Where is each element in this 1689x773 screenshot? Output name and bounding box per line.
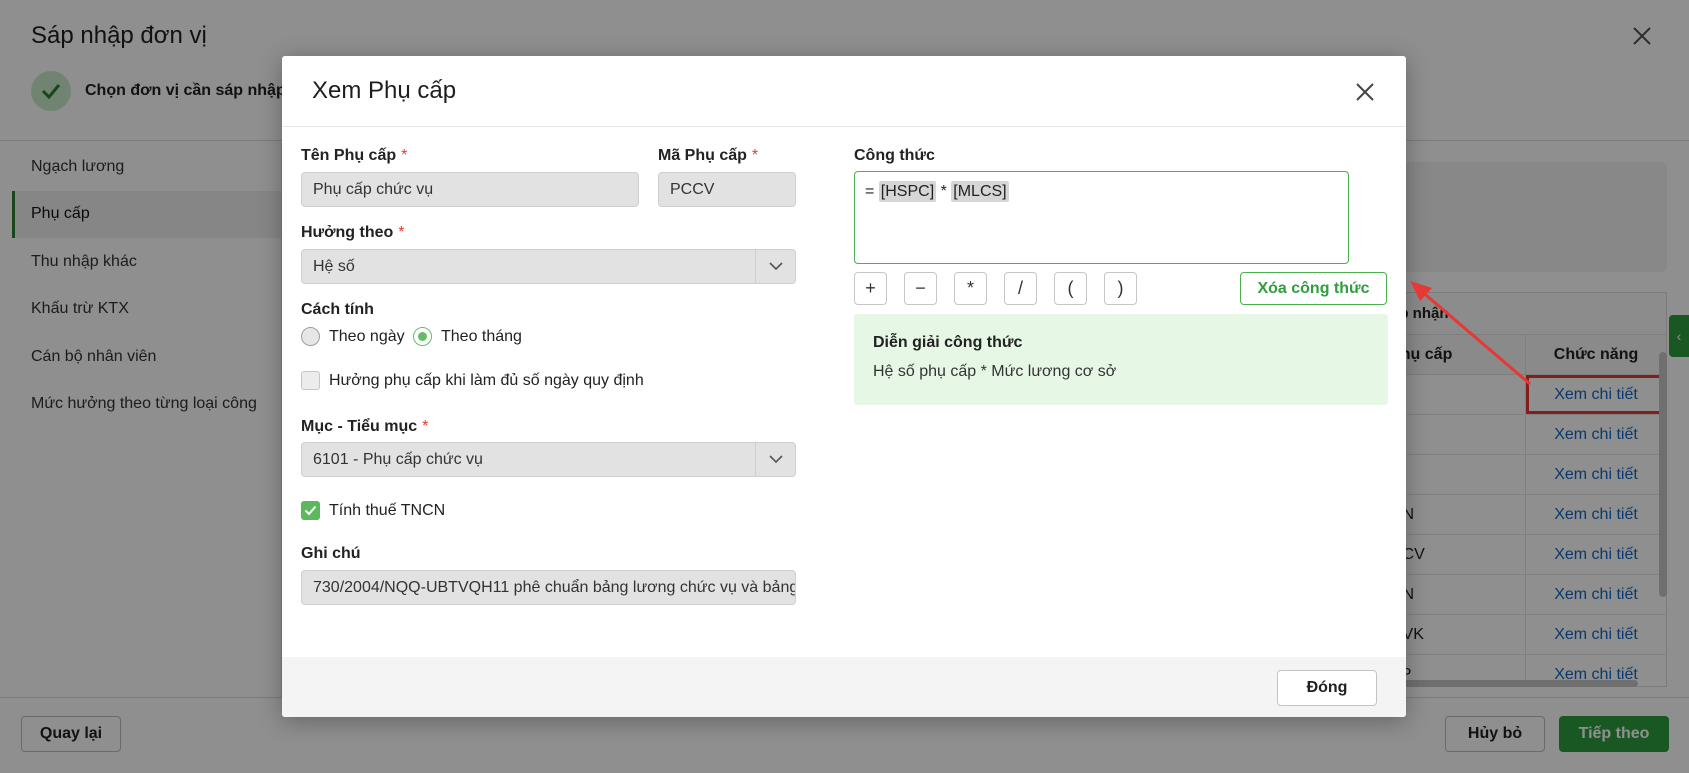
radio-by-day[interactable]: Theo ngày bbox=[301, 327, 405, 346]
explanation-title: Diễn giải công thức bbox=[873, 334, 1023, 351]
operator-divide-button[interactable]: / bbox=[1004, 272, 1037, 305]
radio-label: Theo tháng bbox=[441, 327, 522, 345]
operator-minus-button[interactable]: − bbox=[904, 272, 937, 305]
dialog-body: Tên Phụ cấp * Phụ cấp chức vụ Mã Phụ cấp *… bbox=[282, 127, 1406, 657]
checkbox-label: Hưởng phụ cấp khi làm đủ số ngày quy địn… bbox=[329, 371, 644, 389]
note-label: Ghi chú bbox=[301, 545, 361, 562]
full-days-checkbox[interactable]: Hưởng phụ cấp khi làm đủ số ngày quy địn… bbox=[301, 371, 644, 390]
operator-open-paren-button[interactable]: ( bbox=[1054, 272, 1087, 305]
tax-checkbox[interactable]: Tính thuế TNCN bbox=[301, 501, 445, 520]
basis-label: Hưởng theo * bbox=[301, 224, 405, 241]
formula-label: Công thức bbox=[854, 147, 935, 164]
checkbox-label: Tính thuế TNCN bbox=[329, 501, 446, 519]
formula-explanation: Diễn giải công thức Hệ số phụ cấp * Mức … bbox=[854, 314, 1388, 405]
radio-button-selected[interactable] bbox=[413, 327, 432, 346]
basis-value: Hệ số bbox=[313, 257, 355, 275]
allowance-name-label: Tên Phụ cấp * bbox=[301, 147, 408, 164]
dialog-title: Xem Phụ cấp bbox=[312, 77, 457, 104]
allowance-name-field[interactable]: Phụ cấp chức vụ bbox=[301, 172, 639, 207]
radio-by-month[interactable]: Theo tháng bbox=[413, 327, 522, 346]
checkbox[interactable] bbox=[301, 371, 320, 390]
checkbox-checked[interactable] bbox=[301, 501, 320, 520]
formula-token[interactable]: [MLCS] bbox=[951, 181, 1009, 202]
operator-multiply-button[interactable]: * bbox=[954, 272, 987, 305]
check-icon bbox=[304, 505, 317, 516]
radio-button[interactable] bbox=[301, 327, 320, 346]
calc-method-label: Cách tính bbox=[301, 301, 374, 318]
category-label: Mục - Tiểu mục * bbox=[301, 418, 429, 435]
radio-label: Theo ngày bbox=[329, 327, 405, 345]
category-select[interactable]: 6101 - Phụ cấp chức vụ bbox=[301, 442, 796, 477]
allowance-code-label: Mã Phụ cấp * bbox=[658, 147, 759, 164]
close-icon[interactable] bbox=[1350, 77, 1380, 107]
formula-operator: * bbox=[940, 183, 947, 200]
category-value: 6101 - Phụ cấp chức vụ bbox=[313, 450, 483, 468]
operator-plus-button[interactable]: + bbox=[854, 272, 887, 305]
note-field[interactable]: 730/2004/NQQ-UBTVQH11 phê chuẩn bảng lươ… bbox=[301, 570, 796, 605]
basis-select[interactable]: Hệ số bbox=[301, 249, 796, 284]
operator-close-paren-button[interactable]: ) bbox=[1104, 272, 1137, 305]
clear-formula-button[interactable]: Xóa công thức bbox=[1240, 272, 1387, 305]
explanation-text: Hệ số phụ cấp * Mức lương cơ sở bbox=[873, 363, 1117, 380]
view-allowance-dialog: Xem Phụ cấp Tên Phụ cấp * Phụ cấp chức vụ… bbox=[282, 56, 1406, 717]
formula-prefix: = bbox=[865, 183, 875, 200]
chevron-down-icon[interactable] bbox=[755, 443, 795, 476]
close-button[interactable]: Đóng bbox=[1277, 670, 1377, 706]
formula-token[interactable]: [HSPC] bbox=[878, 181, 937, 202]
formula-editor[interactable]: = [HSPC] * [MLCS] bbox=[854, 171, 1349, 264]
dialog-footer: Đóng bbox=[282, 657, 1406, 717]
chevron-down-icon[interactable] bbox=[755, 250, 795, 283]
dialog-header: Xem Phụ cấp bbox=[282, 56, 1406, 127]
allowance-code-field[interactable]: PCCV bbox=[658, 172, 796, 207]
